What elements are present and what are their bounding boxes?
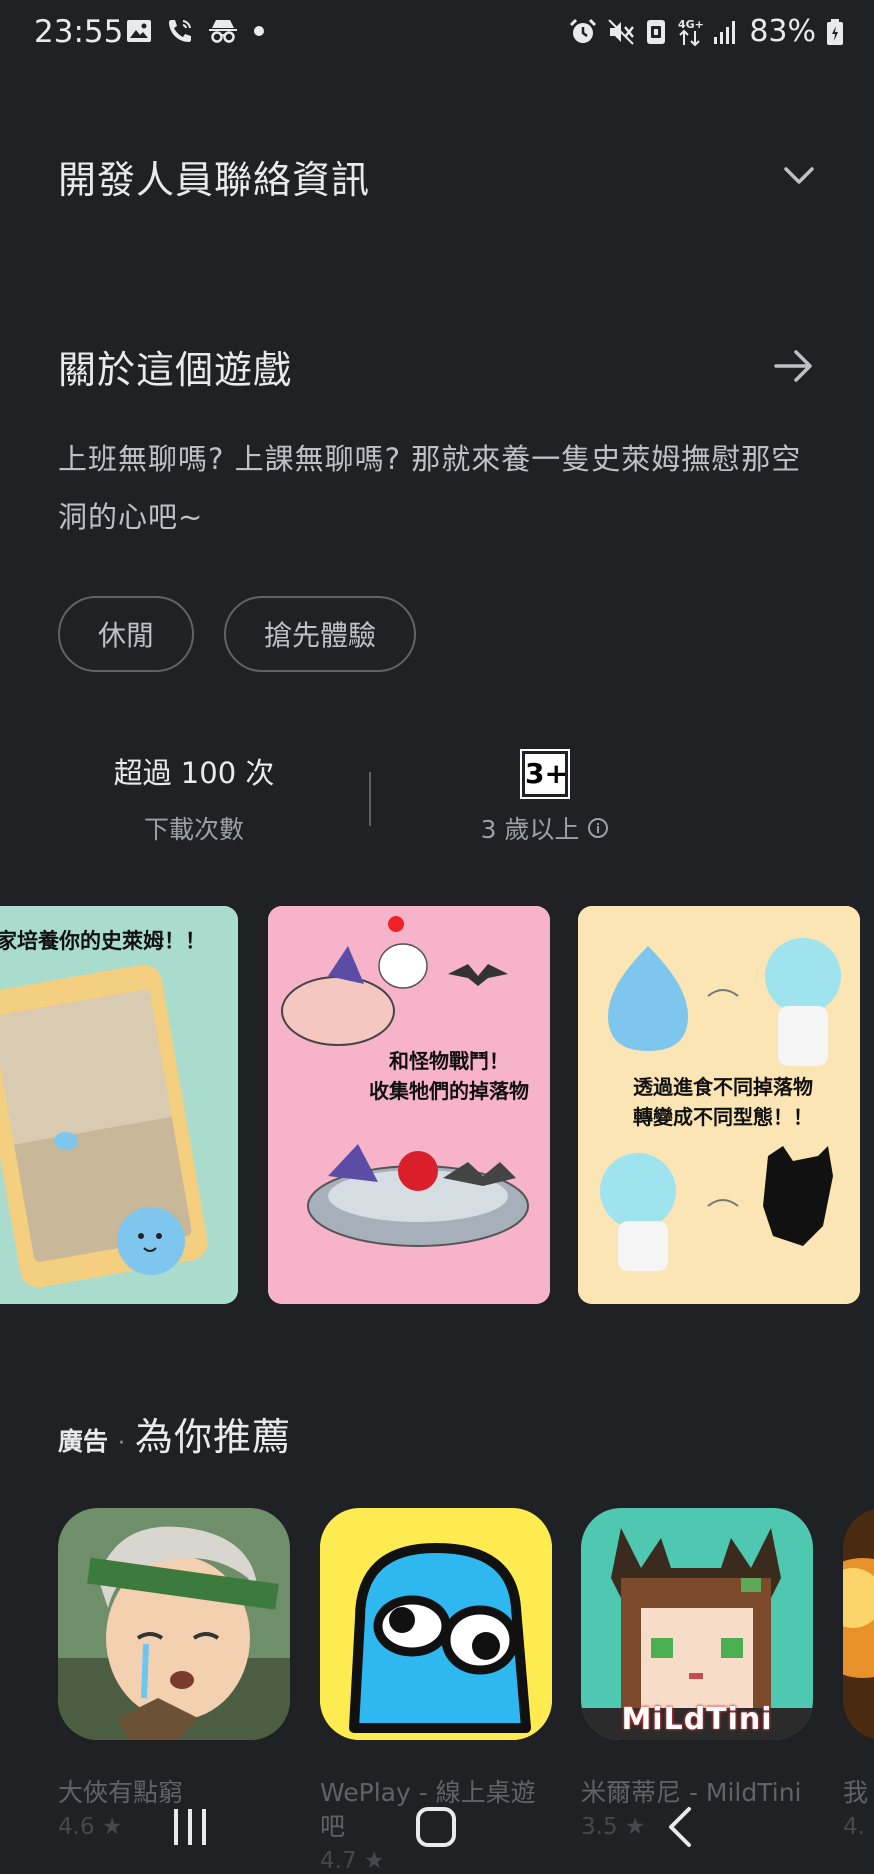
screenshot-1-caption: 家培養你的史萊姆！！ — [0, 929, 206, 953]
ads-label: 廣告 — [58, 1427, 109, 1456]
app-icon: MiLdTini — [581, 1508, 813, 1740]
tag-chips: 休閒 搶先體驗 — [58, 596, 417, 672]
tag-chip-early-access[interactable]: 搶先體驗 — [224, 596, 417, 672]
recents-icon — [170, 1807, 210, 1847]
home-button[interactable] — [376, 1780, 496, 1874]
incognito-icon — [208, 18, 238, 44]
content-rating-stat[interactable]: 3+ 3 歲以上 — [450, 749, 640, 846]
ads-title: 為你推薦 — [135, 1415, 292, 1459]
nfc-icon — [645, 18, 667, 46]
screenshot-3[interactable]: 透過進食不同掉落物 轉變成不同型態！！ — [578, 906, 860, 1304]
svg-text:4G+: 4G+ — [678, 18, 703, 31]
arrow-right-icon[interactable] — [772, 346, 816, 386]
tag-chip-casual[interactable]: 休閒 — [58, 596, 195, 672]
chevron-down-icon[interactable] — [782, 165, 816, 187]
content-rating-badge: 3+ — [520, 749, 570, 799]
ads-separator: · — [118, 1431, 126, 1456]
signal-icon — [713, 19, 739, 45]
developer-contact-title: 開發人員聯絡資訊 — [58, 157, 371, 202]
battery-percent: 83% — [749, 14, 816, 49]
screenshot-3-caption: 透過進食不同掉落物 轉變成不同型態！！ — [633, 1075, 813, 1129]
stat-divider — [369, 772, 371, 826]
play-store-page: 23:55 4G+ 83% 開發人員聯絡資訊 關於這個遊戲 上班無聊嗎? 上課無… — [0, 0, 874, 1874]
back-button[interactable] — [620, 1780, 740, 1874]
mute-icon — [607, 18, 635, 46]
4g-icon: 4G+ — [677, 17, 703, 47]
about-game-row[interactable]: 關於這個遊戲 — [58, 336, 816, 396]
recents-button[interactable] — [130, 1780, 250, 1874]
screenshot-1[interactable]: 家培養你的史萊姆！！ — [0, 906, 238, 1304]
home-icon — [414, 1805, 458, 1849]
screenshot-1-art — [0, 906, 238, 1304]
developer-contact-row[interactable]: 開發人員聯絡資訊 — [58, 146, 816, 206]
navigation-bar — [0, 1780, 874, 1874]
downloads-stat: 超過 100 次 下載次數 — [88, 750, 300, 846]
dot-icon — [252, 24, 266, 38]
image-icon — [126, 19, 152, 43]
alarm-icon — [569, 18, 597, 46]
app-icon-logo: MiLdTini — [621, 1702, 773, 1737]
app-icon — [58, 1508, 290, 1740]
about-game-title: 關於這個遊戲 — [58, 347, 293, 392]
content-rating-label: 3 歲以上 — [480, 815, 580, 844]
downloads-value: 超過 100 次 — [113, 756, 275, 790]
info-icon[interactable] — [587, 817, 609, 839]
battery-icon — [826, 18, 844, 46]
status-bar: 23:55 4G+ 83% — [0, 0, 874, 66]
screenshot-2[interactable]: 和怪物戰鬥！ 收集牠們的掉落物 — [268, 906, 550, 1304]
ads-header: 廣告 · 為你推薦 — [58, 1406, 291, 1461]
back-icon — [665, 1805, 695, 1849]
app-icon — [320, 1508, 552, 1740]
status-time: 23:55 — [34, 14, 124, 50]
app-icon — [843, 1508, 874, 1740]
downloads-label: 下載次數 — [143, 815, 244, 844]
wifi-call-icon — [166, 17, 194, 45]
screenshot-2-caption: 和怪物戰鬥！ 收集牠們的掉落物 — [369, 1049, 529, 1103]
about-description: 上班無聊嗎? 上課無聊嗎? 那就來養一隻史萊姆撫慰那空洞的心吧~ — [58, 442, 802, 534]
